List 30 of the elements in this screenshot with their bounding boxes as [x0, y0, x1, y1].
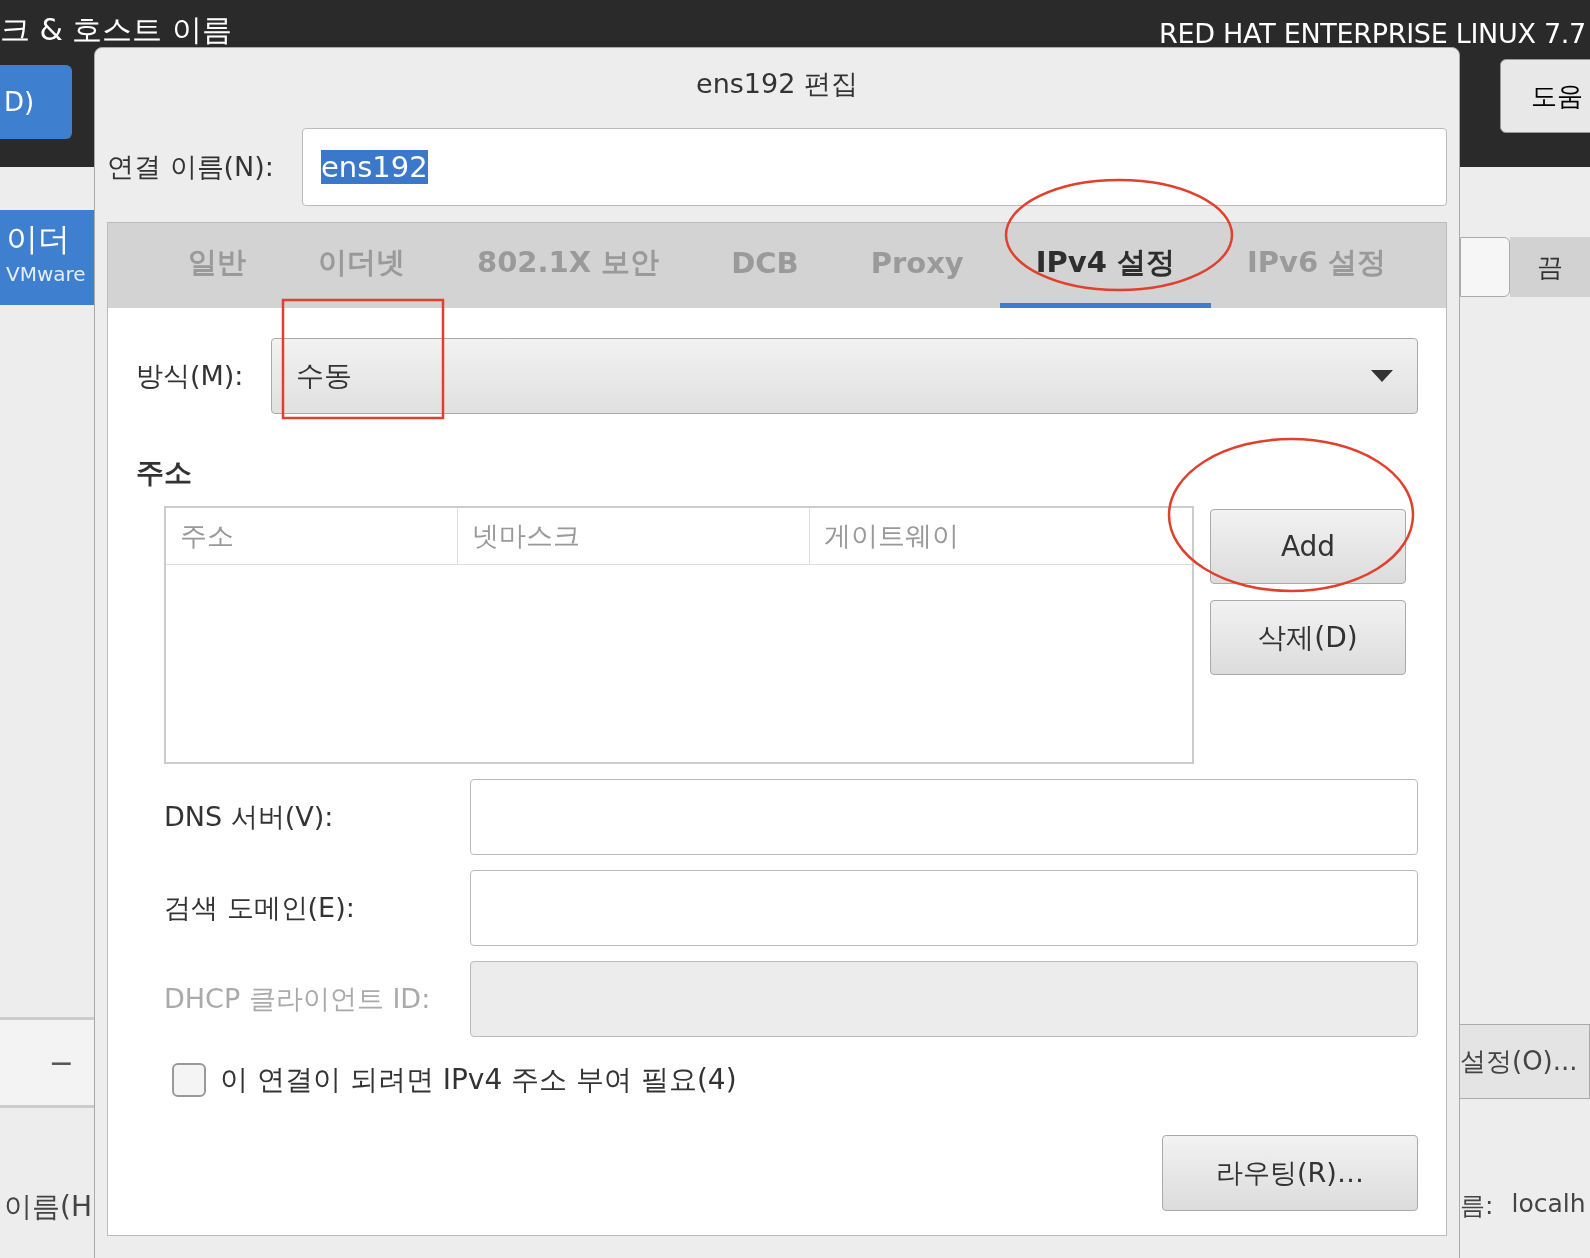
- field-label: DNS 서버(V):: [164, 800, 335, 834]
- field-label: DHCP 클라이언트 ID:: [164, 982, 432, 1016]
- section-heading: 주소: [136, 455, 193, 491]
- hostname-value: localh: [1511, 1189, 1586, 1220]
- routes-button[interactable]: 라우팅(R)…: [1162, 1135, 1418, 1211]
- product-name: RED HAT ENTERPRISE LINUX 7.7: [1159, 18, 1586, 49]
- column-header[interactable]: 넷마스크: [458, 508, 810, 564]
- switch-label: 끔: [1510, 237, 1590, 297]
- method-label: 방식(M):: [136, 359, 244, 393]
- column-header[interactable]: 주소: [166, 508, 458, 564]
- help-button[interactable]: 도움: [1500, 59, 1590, 133]
- connection-name-label: 연결 이름(N):: [107, 150, 274, 184]
- method-dropdown[interactable]: 수동: [271, 338, 1418, 414]
- device-vendor: VMware: [6, 262, 87, 286]
- add-button[interactable]: Add: [1210, 509, 1406, 584]
- hostname-label: 름:: [1460, 1190, 1494, 1222]
- remove-button[interactable]: −: [28, 1045, 94, 1080]
- field-label: 검색 도메인(E):: [164, 891, 356, 925]
- hostname-label: 이름(H: [3, 1189, 93, 1225]
- device-name: 이더: [6, 219, 71, 260]
- device-item[interactable]: 이더 VMware: [0, 210, 94, 305]
- column-header[interactable]: 게이트웨이: [810, 508, 1192, 564]
- dialog-title: ens192 편집: [695, 67, 859, 101]
- connection-name-field[interactable]: ens192: [301, 128, 1447, 206]
- done-button[interactable]: D): [0, 65, 72, 139]
- settings-button[interactable]: 설정(O)...: [1460, 1024, 1590, 1099]
- tab[interactable]: IPv4 설정: [999, 223, 1211, 308]
- delete-button[interactable]: 삭제(D): [1210, 600, 1406, 675]
- screen-title: 크 & 호스트 이름: [0, 11, 232, 49]
- checkbox-label: 이 연결이 되려면 IPv4 주소 부여 필요(4): [220, 1062, 737, 1098]
